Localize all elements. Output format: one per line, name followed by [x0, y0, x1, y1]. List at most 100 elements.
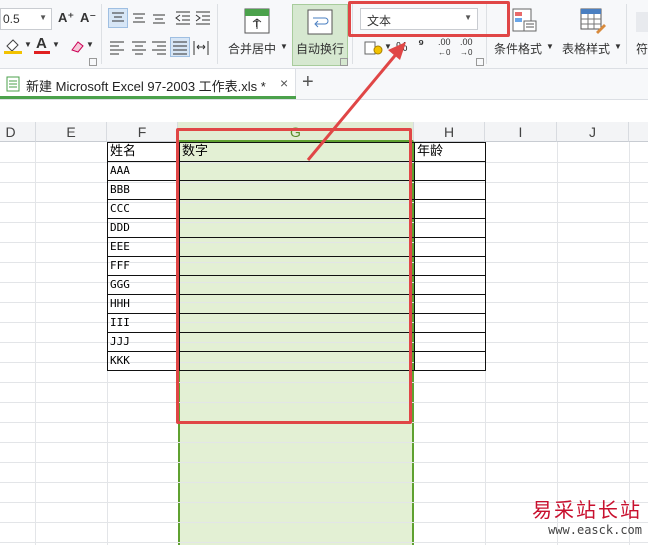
age-cell[interactable] [414, 294, 486, 314]
align-middle-icon [133, 13, 145, 23]
column-header-h[interactable]: H [414, 122, 485, 142]
chevron-down-icon[interactable]: ▼ [280, 42, 288, 51]
align-left-icon [110, 41, 124, 55]
merge-center-button[interactable]: T [244, 8, 270, 37]
align-center-button[interactable] [130, 38, 148, 59]
chevron-down-icon[interactable]: ▼ [546, 42, 554, 51]
chevron-down-icon[interactable]: ▼ [86, 40, 94, 49]
fill-color-button[interactable] [4, 38, 22, 54]
decrease-decimal-button[interactable]: .00 →0 [460, 37, 473, 58]
document-tab[interactable]: 新建 Microsoft Excel 97-2003 工作表.xls * × [0, 69, 296, 99]
indent-icon [195, 11, 210, 25]
wrap-text-label: 自动换行 [296, 42, 345, 56]
align-top-button[interactable] [108, 8, 128, 28]
chevron-down-icon[interactable]: ▼ [384, 42, 392, 51]
number-dialog-launcher-icon[interactable] [476, 58, 484, 66]
name-cell[interactable]: BBB [107, 180, 180, 200]
column-header-e[interactable]: E [36, 122, 107, 142]
name-cell[interactable]: FFF [107, 256, 180, 276]
age-cell[interactable] [414, 161, 486, 181]
chevron-down-icon[interactable]: ▼ [614, 42, 622, 51]
new-tab-button[interactable]: + [302, 71, 314, 94]
decrease-indent-button[interactable] [174, 9, 192, 30]
column-header-d[interactable]: D [0, 122, 36, 142]
distribute-icon [193, 41, 209, 55]
age-cell[interactable] [414, 313, 486, 333]
name-cell[interactable]: JJJ [107, 332, 180, 352]
merge-cells-icon: T [244, 8, 270, 34]
justify-icon [173, 41, 187, 55]
table-style-button[interactable] [580, 8, 606, 37]
age-cell[interactable] [414, 199, 486, 219]
column-header-i[interactable]: I [485, 122, 557, 142]
grow-font-button[interactable]: A⁺ [58, 10, 74, 26]
coins-icon [364, 41, 383, 55]
name-cell[interactable]: DDD [107, 218, 180, 238]
distributed-align-button[interactable] [192, 38, 210, 59]
comma-style-button[interactable]: ⁹ [418, 36, 424, 51]
watermark-url: www.easck.com [548, 523, 642, 537]
svg-text:T: T [254, 20, 259, 29]
column-header-j[interactable]: J [557, 122, 629, 142]
percent-button[interactable]: % [396, 39, 408, 54]
header-age-cell[interactable]: 年龄 [414, 142, 486, 162]
chevron-down-icon: ▼ [39, 13, 47, 22]
column-header-f[interactable]: F [107, 122, 178, 142]
chevron-down-icon[interactable]: ▼ [52, 40, 60, 49]
merge-center-label[interactable]: 合并居中 [228, 40, 276, 57]
name-cell[interactable]: GGG [107, 275, 180, 295]
paint-bucket-icon [4, 39, 22, 54]
font-color-button[interactable]: A [34, 35, 50, 54]
watermark-title: 易采站长站 [532, 498, 642, 522]
table-style-label[interactable]: 表格样式 [562, 40, 610, 57]
conditional-format-icon [512, 8, 537, 32]
align-bottom-button[interactable] [150, 9, 168, 30]
age-cell[interactable] [414, 218, 486, 238]
name-cell[interactable]: HHH [107, 294, 180, 314]
column-header-next[interactable] [629, 122, 648, 142]
font-color-icon: A [36, 35, 47, 52]
chevron-down-icon[interactable]: ▼ [24, 40, 32, 49]
name-cell[interactable]: CCC [107, 199, 180, 219]
spreadsheet-grid[interactable]: D E F G H I J 姓名 数字 年龄 AAA BBB CCC DDD EEE FF… [0, 122, 648, 545]
align-center-icon [132, 41, 146, 55]
increase-indent-button[interactable] [194, 9, 212, 30]
ribbon-toolbar: 0.5 ▼ A⁺ A⁻ ▼ A ▼ ▼ T 合并居中 ▼ 自动换行 文本 ▼ ▼… [0, 0, 648, 69]
age-cell[interactable] [414, 351, 486, 371]
age-cell[interactable] [414, 332, 486, 352]
age-cell[interactable] [414, 180, 486, 200]
align-top-icon [112, 12, 124, 22]
arrow-left-icon: ←0 [438, 48, 451, 57]
age-cell[interactable] [414, 256, 486, 276]
name-cell[interactable]: KKK [107, 351, 180, 371]
justify-button[interactable] [170, 37, 190, 57]
wrap-text-button[interactable]: 自动换行 [292, 4, 348, 66]
gridline [0, 542, 648, 543]
name-cell[interactable]: AAA [107, 161, 180, 181]
next-group-label[interactable]: 符 [636, 40, 648, 57]
font-dialog-launcher-icon[interactable] [89, 58, 97, 66]
age-cell[interactable] [414, 275, 486, 295]
selection-highlight [176, 128, 412, 424]
currency-format-button[interactable] [364, 40, 384, 59]
gridline [0, 442, 648, 443]
gridline [0, 482, 648, 483]
conditional-format-label[interactable]: 条件格式 [494, 40, 542, 57]
name-cell[interactable]: III [107, 313, 180, 333]
clear-format-button[interactable] [70, 38, 86, 57]
table-style-icon [580, 8, 606, 34]
font-size-value: 0.5 [3, 12, 20, 26]
align-middle-button[interactable] [130, 9, 148, 30]
align-dialog-launcher-icon[interactable] [340, 58, 348, 66]
shrink-font-button[interactable]: A⁻ [80, 10, 96, 26]
wrap-text-icon [307, 9, 333, 35]
font-size-select[interactable]: 0.5 ▼ [0, 8, 52, 30]
age-cell[interactable] [414, 237, 486, 257]
header-name-cell[interactable]: 姓名 [107, 142, 180, 162]
conditional-format-button[interactable] [512, 8, 538, 37]
increase-decimal-button[interactable]: .00 ←0 [438, 37, 451, 58]
name-cell[interactable]: EEE [107, 237, 180, 257]
close-tab-button[interactable]: × [280, 75, 288, 91]
align-left-button[interactable] [108, 38, 126, 59]
align-right-button[interactable] [150, 38, 168, 59]
